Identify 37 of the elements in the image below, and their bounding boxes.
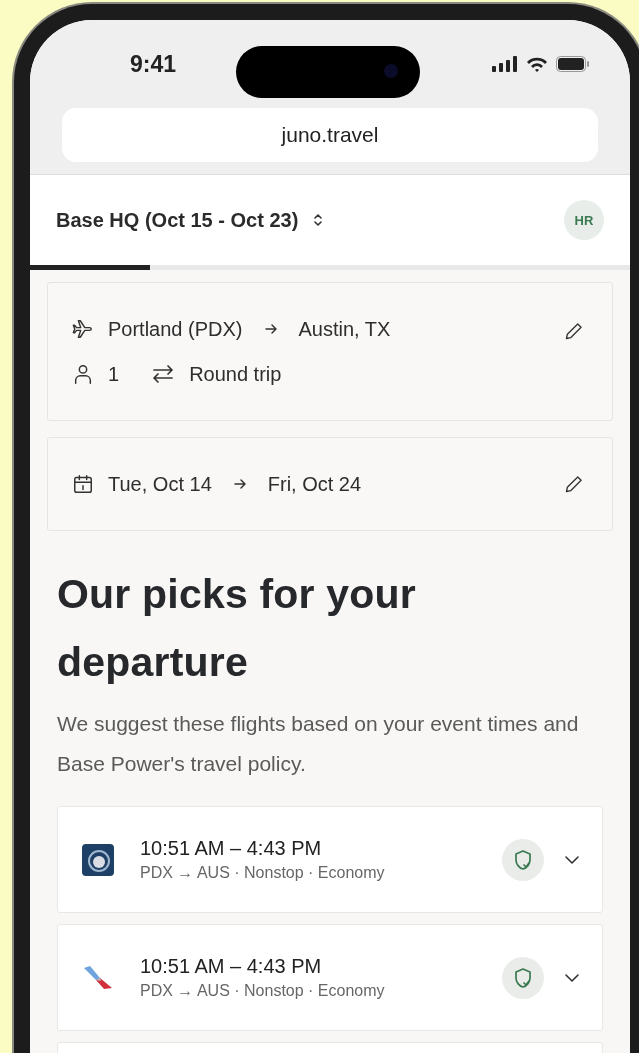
shield-check-icon <box>513 848 533 871</box>
return-date: Fri, Oct 24 <box>267 472 362 496</box>
depart-date: Tue, Oct 14 <box>108 472 212 496</box>
chevron-updown-icon <box>312 212 325 228</box>
flight-card[interactable]: 10:51 AM – 4:43 PM PDX → AUS · Nonstop · Economy <box>57 806 603 913</box>
pencil-icon[interactable] <box>564 321 584 341</box>
pencil-icon[interactable] <box>564 474 584 494</box>
signal-icon <box>492 56 518 72</box>
calendar-icon <box>72 473 94 495</box>
shield-check-icon <box>513 966 533 989</box>
wifi-icon <box>526 56 548 72</box>
trip-selector[interactable]: Base HQ (Oct 15 - Oct 23) <box>56 208 325 232</box>
origin-text: Portland (PDX) <box>108 317 243 341</box>
flight-card[interactable]: 10:51 AM – 4:43 PM PDX → AUS · Nonstop · Economy <box>57 924 603 1031</box>
flight-details: PDX → AUS · Nonstop · Economy <box>140 864 385 882</box>
flight-times: 10:51 AM – 4:43 PM <box>140 837 323 860</box>
arrow-icon <box>231 476 248 492</box>
plane-icon <box>72 318 94 340</box>
battery-icon <box>556 56 590 72</box>
address-bar[interactable]: juno.travel <box>62 108 598 162</box>
flight-times: 10:51 AM – 4:43 PM <box>140 955 323 978</box>
person-icon <box>72 363 94 385</box>
user-avatar[interactable]: HR <box>564 200 604 240</box>
swap-arrows-icon <box>151 363 176 385</box>
flight-details: PDX → AUS · Nonstop · Economy <box>140 982 385 1000</box>
chevron-down-icon[interactable] <box>564 972 580 983</box>
section-heading: Our picks for your departure <box>57 570 417 687</box>
dates-card[interactable]: Tue, Oct 14 Fri, Oct 24 <box>47 437 613 531</box>
arrow-icon <box>262 321 279 337</box>
chevron-down-icon[interactable] <box>564 854 580 865</box>
airline-logo-icon <box>82 843 114 876</box>
travelers-count: 1 <box>108 362 120 386</box>
section-description: We suggest these flights based on your event times and Base Power's travel policy. <box>57 711 580 777</box>
status-time: 9:41 <box>130 50 177 78</box>
destination-text: Austin, TX <box>298 317 391 341</box>
trip-type-text: Round trip <box>189 362 282 386</box>
search-card[interactable]: Portland (PDX) Austin, TX 1 Round trip <box>47 282 613 421</box>
